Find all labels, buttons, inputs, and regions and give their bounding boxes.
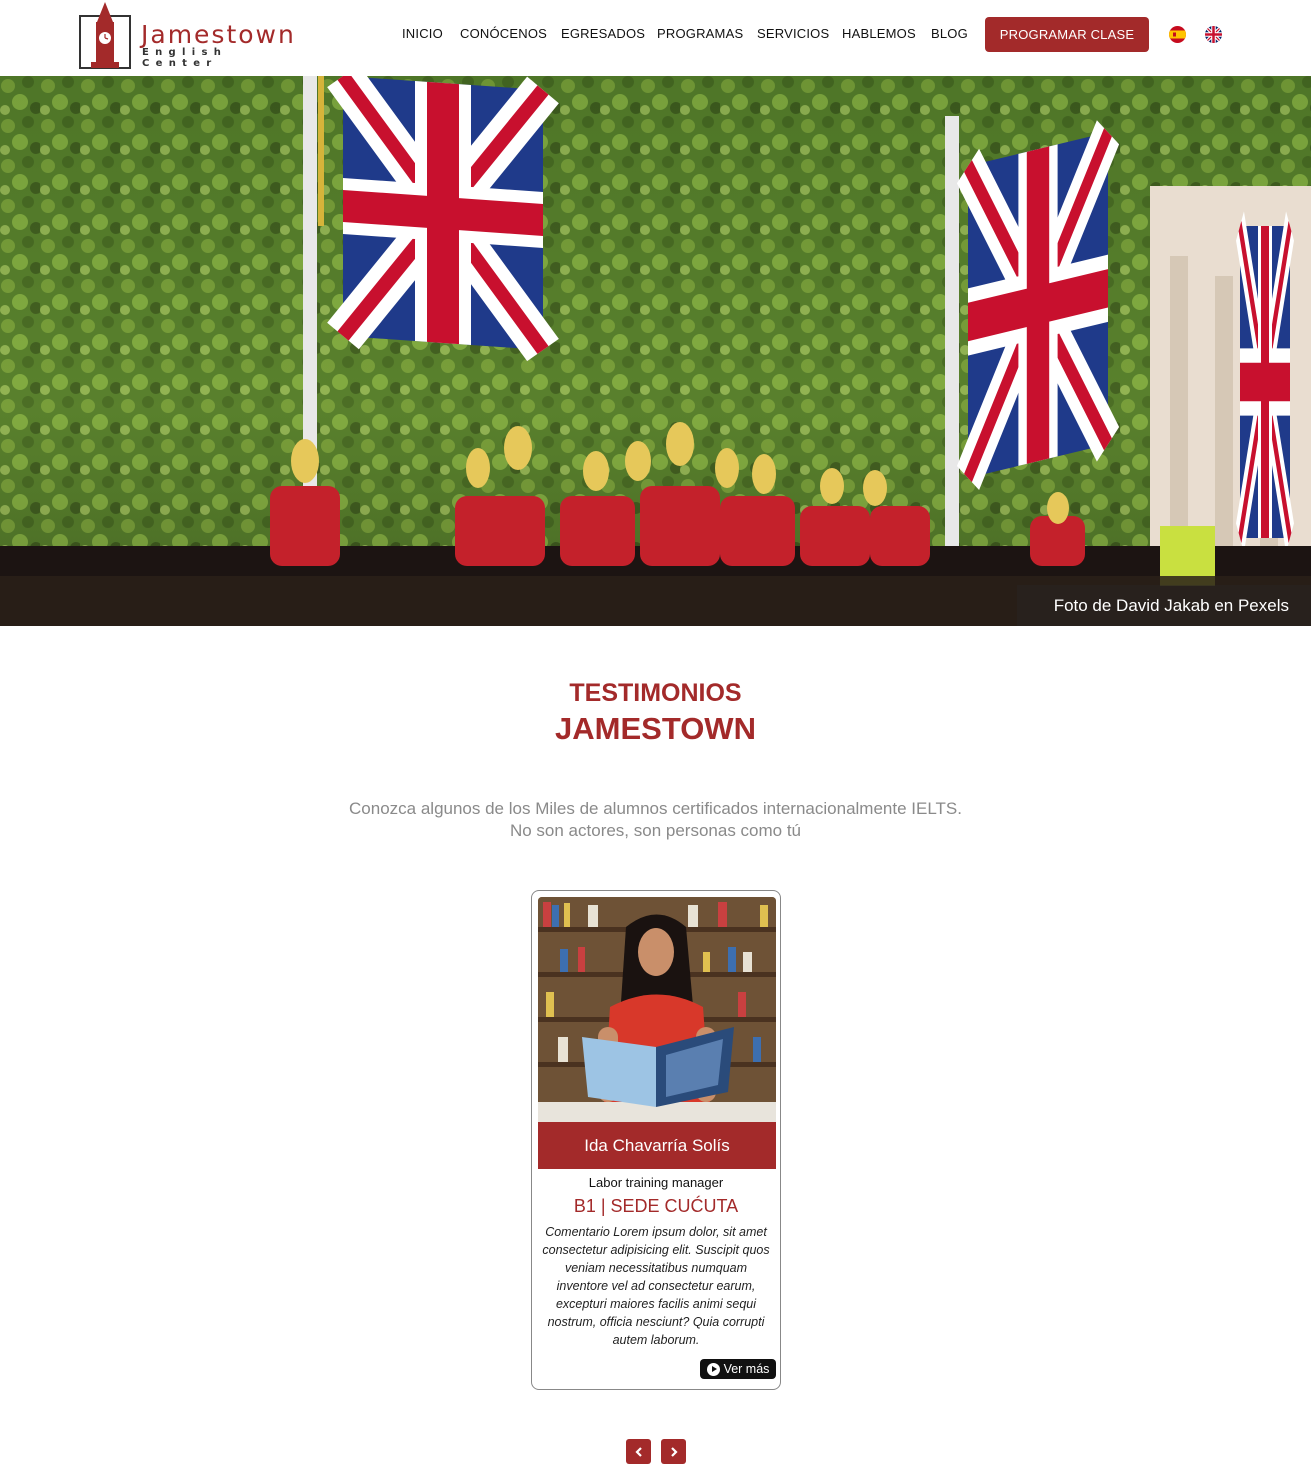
testimonials-intro-line2: No son actores, son personas como tú — [509, 821, 802, 840]
hero-image: Foto de David Jakab en Pexels — [0, 76, 1311, 626]
uk-flag-icon[interactable] — [1205, 26, 1222, 43]
play-circle-icon — [706, 1362, 720, 1376]
nav-hablemos[interactable]: HABLEMOS — [842, 26, 916, 41]
student-level-campus: B1 | SEDE CUĆUTA — [573, 1196, 739, 1216]
testimonials-subtitle-brand: JAMESTOWN — [555, 711, 756, 746]
photo-credit: Foto de David Jakab en Pexels — [1017, 585, 1311, 626]
schedule-class-button[interactable]: PROGRAMAR CLASE — [985, 17, 1149, 52]
nav-egresados[interactable]: EGRESADOS — [561, 26, 645, 41]
nav-blog[interactable]: BLOG — [931, 26, 968, 41]
student-role: Labor training manager — [588, 1175, 724, 1190]
see-more-button[interactable]: Ver más — [700, 1359, 776, 1379]
testimonials-intro-line1: Conozca algunos de los Miles de alumnos … — [349, 799, 962, 818]
nav-programas[interactable]: PROGRAMAS — [657, 26, 743, 41]
nav-servicios[interactable]: SERVICIOS — [757, 26, 829, 41]
nav-conocenos[interactable]: CONÓCENOS — [460, 26, 547, 41]
brand-subtitle: English Center — [142, 47, 228, 69]
chevron-left-icon — [634, 1446, 642, 1457]
carousel-next-button[interactable] — [661, 1439, 686, 1464]
student-photo — [538, 897, 776, 1122]
testimonials-intro: Conozca algunos de los Miles de alumnos … — [0, 798, 1311, 842]
nav-inicio[interactable]: INICIO — [402, 26, 443, 41]
carousel-prev-button[interactable] — [626, 1439, 651, 1464]
testimonial-card: Ida Chavarría Solís Labor training manag… — [531, 890, 781, 1390]
guards-parade-photo — [0, 76, 1311, 626]
site-header: Jamestown English Center INICIO CONÓCENO… — [0, 0, 1311, 76]
see-more-label: Ver más — [723, 1362, 770, 1376]
testimonials-title: TESTIMONIOS — [569, 679, 742, 707]
spain-flag-icon[interactable] — [1169, 26, 1186, 43]
chevron-right-icon — [670, 1446, 678, 1457]
student-comment: Comentario Lorem ipsum dolor, sit amet c… — [542, 1225, 770, 1347]
student-name: Ida Chavarría Solís — [538, 1122, 776, 1169]
